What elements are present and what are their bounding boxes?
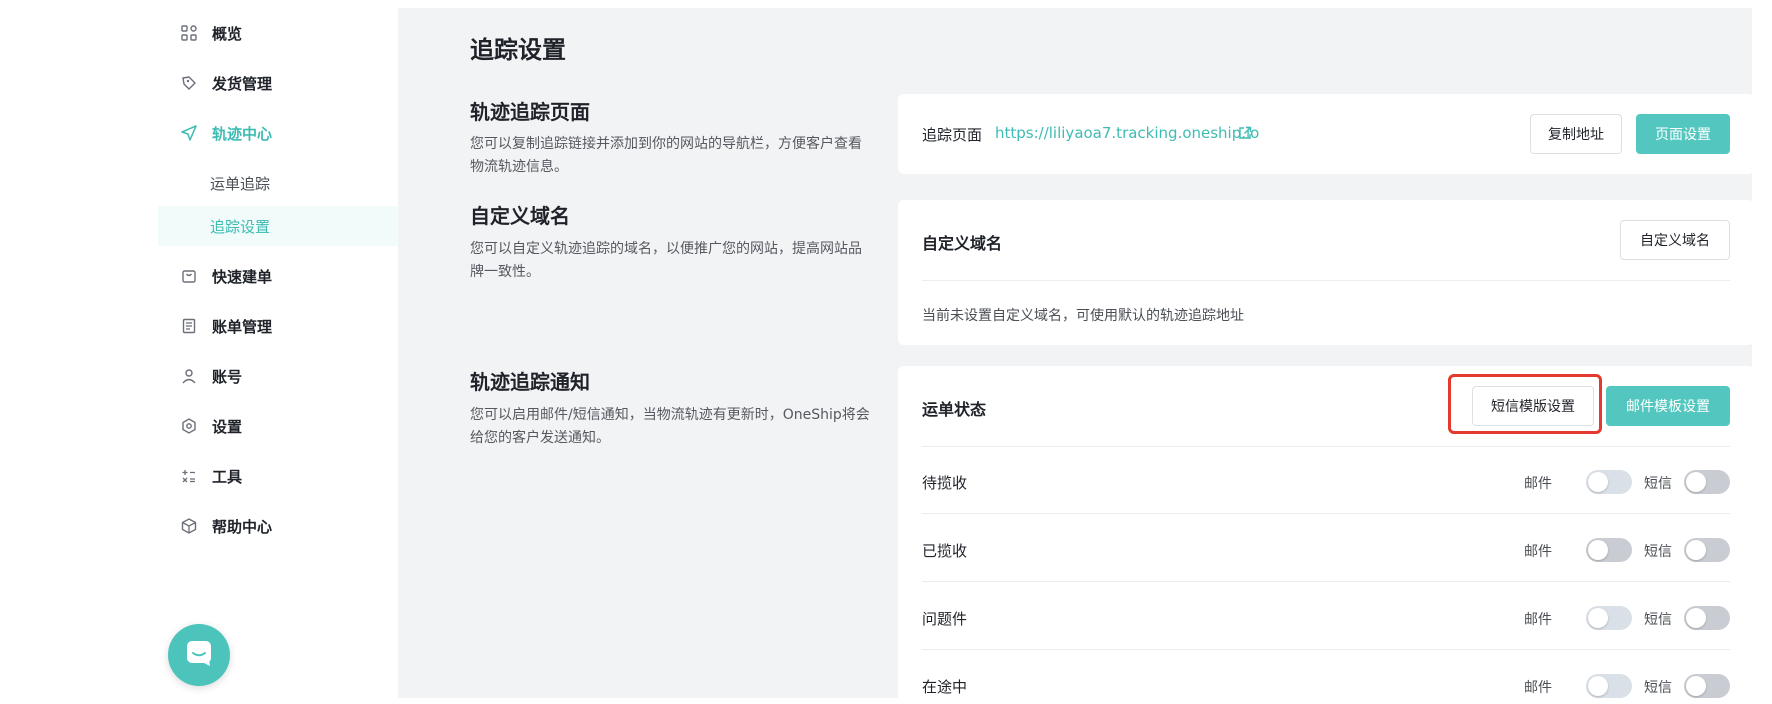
email-template-settings-button[interactable]: 邮件模板设置 [1606, 386, 1730, 426]
sms-toggle-label: 短信 [1644, 544, 1672, 560]
status-row-label: 已揽收 [922, 542, 968, 560]
tracking-page-label: 追踪页面 [922, 126, 983, 144]
email-toggle-label: 邮件 [1524, 680, 1552, 696]
custom-domain-section-desc: 您可以自定义轨迹追踪的域名，以便推广您的网站，提高网站品牌一致性。 [470, 241, 862, 280]
sidebar-item-label: 帮助中心 [212, 517, 273, 536]
sms-toggle-label: 短信 [1644, 612, 1672, 628]
custom-domain-card-title: 自定义域名 [922, 234, 1003, 253]
tracking-page-card: 追踪页面 https://liliyaoa7.tracking.oneship.… [898, 94, 1754, 174]
bag-icon [180, 267, 198, 285]
custom-domain-card: 自定义域名 自定义域名 当前未设置自定义域名，可使用默认的轨迹追踪地址 [898, 200, 1754, 345]
highlight-annotation-box [1448, 374, 1602, 434]
tracking-page-section-desc: 您可以复制追踪链接并添加到你的网站的导航栏，方便客户查看物流轨迹信息。 [470, 136, 862, 175]
sms-toggle-label: 短信 [1644, 476, 1672, 492]
email-toggle[interactable] [1586, 606, 1632, 630]
row-divider [922, 581, 1730, 582]
custom-domain-button[interactable]: 自定义域名 [1620, 220, 1730, 260]
sidebar-item-tools[interactable]: 工具 [158, 451, 398, 501]
sidebar-item-label: 账单管理 [212, 317, 273, 336]
sidebar-item-settings[interactable]: 设置 [158, 401, 398, 451]
sidebar-item-label: 账号 [212, 367, 243, 386]
sidebar-sub-waybill-tracking[interactable]: 运单追踪 [158, 163, 398, 203]
sidebar: 概览 发货管理 轨迹中心 运单追踪 追踪设置 快速建单 账单管理 账号 设置 工… [158, 8, 398, 698]
email-toggle-label: 邮件 [1524, 544, 1552, 560]
tracking-page-section-title: 轨迹追踪页面 [470, 100, 590, 124]
card-divider [922, 280, 1730, 281]
chat-icon [184, 638, 214, 672]
external-link-icon[interactable] [1238, 125, 1252, 144]
notification-section-desc: 您可以启用邮件/短信通知，当物流轨迹有更新时，OneShip将会给您的客户发送通… [470, 407, 870, 446]
waybill-status-title: 运单状态 [922, 400, 987, 419]
sms-toggle-label: 短信 [1644, 680, 1672, 696]
custom-domain-section-title: 自定义域名 [470, 204, 570, 228]
box-icon [180, 517, 198, 535]
sidebar-item-overview[interactable]: 概览 [158, 8, 398, 58]
waybill-status-card: 运单状态 短信模版设置 邮件模板设置 待揽收 邮件 短信 已揽收 邮件 短信 问… [898, 366, 1754, 704]
sidebar-item-label: 概览 [212, 24, 243, 43]
row-divider [922, 513, 1730, 514]
sidebar-item-quick-order[interactable]: 快速建单 [158, 251, 398, 301]
sidebar-item-label: 设置 [212, 417, 243, 436]
main-content: 追踪设置 轨迹追踪页面 您可以复制追踪链接并添加到你的网站的导航栏，方便客户查看… [398, 8, 1754, 704]
tracking-page-url-link[interactable]: https://liliyaoa7.tracking.oneship.io [995, 124, 1259, 142]
bill-icon [180, 317, 198, 335]
row-divider [922, 649, 1730, 650]
sidebar-sub-tracking-settings[interactable]: 追踪设置 [158, 206, 398, 246]
grid-icon [180, 24, 198, 42]
tools-icon [180, 467, 198, 485]
status-row-label: 问题件 [922, 610, 968, 628]
notification-section-title: 轨迹追踪通知 [470, 370, 590, 394]
settings-icon [180, 417, 198, 435]
sidebar-sub-label: 追踪设置 [210, 217, 271, 236]
email-toggle[interactable] [1586, 674, 1632, 698]
email-toggle-label: 邮件 [1524, 476, 1552, 492]
sidebar-item-help-center[interactable]: 帮助中心 [158, 501, 398, 551]
sidebar-sub-label: 运单追踪 [210, 174, 271, 193]
page-settings-button[interactable]: 页面设置 [1636, 114, 1730, 154]
sidebar-item-bills[interactable]: 账单管理 [158, 301, 398, 351]
sms-toggle[interactable] [1684, 674, 1730, 698]
delivery-icon [180, 74, 198, 92]
sidebar-item-label: 工具 [212, 467, 243, 486]
sms-toggle[interactable] [1684, 606, 1730, 630]
sms-toggle[interactable] [1684, 538, 1730, 562]
sidebar-item-label: 轨迹中心 [212, 124, 273, 143]
status-row-label: 待揽收 [922, 474, 968, 492]
status-row-label: 在途中 [922, 678, 968, 696]
copy-address-button[interactable]: 复制地址 [1530, 114, 1622, 154]
sidebar-item-label: 快速建单 [212, 267, 273, 286]
sidebar-item-tracking-center[interactable]: 轨迹中心 [158, 108, 398, 158]
user-icon [180, 367, 198, 385]
email-toggle-label: 邮件 [1524, 612, 1552, 628]
sidebar-item-account[interactable]: 账号 [158, 351, 398, 401]
card-divider [922, 446, 1730, 447]
sidebar-item-delivery[interactable]: 发货管理 [158, 58, 398, 108]
custom-domain-note: 当前未设置自定义域名，可使用默认的轨迹追踪地址 [922, 308, 1244, 324]
send-icon [180, 124, 198, 142]
email-toggle[interactable] [1586, 538, 1632, 562]
page-title: 追踪设置 [470, 36, 566, 64]
sidebar-item-label: 发货管理 [212, 74, 273, 93]
chat-launcher-button[interactable] [168, 624, 230, 686]
email-toggle[interactable] [1586, 470, 1632, 494]
sms-toggle[interactable] [1684, 470, 1730, 494]
